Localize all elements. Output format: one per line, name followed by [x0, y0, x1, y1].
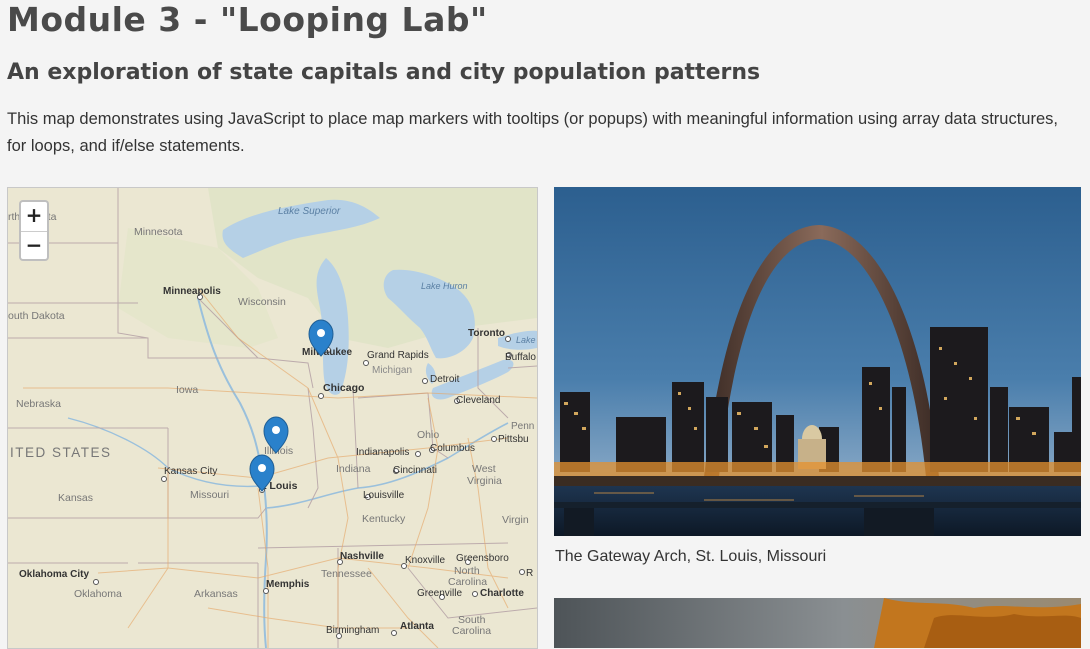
lake-ontario-label: Lake [516, 335, 536, 345]
gateway-arch-photo [554, 187, 1081, 536]
chicago-label: Chicago [323, 382, 364, 394]
kentucky-label: Kentucky [362, 513, 406, 525]
nashville-label: Nashville [340, 551, 384, 562]
page-subtitle: An exploration of state capitals and cit… [7, 60, 761, 85]
grand-rapids-label: Grand Rapids [367, 350, 429, 361]
north-carolina-label-2: Carolina [448, 576, 487, 588]
toronto-label: Toronto [468, 328, 505, 339]
indianapolis-label: Indianapolis [356, 447, 409, 458]
oklahoma-city-label: Oklahoma City [19, 569, 89, 580]
cincinnati-label: Cincinnati [393, 465, 437, 476]
lake-huron-label: Lake Huron [421, 281, 468, 291]
greenville-label: Greenville [417, 588, 462, 599]
columbus-label: Columbus [430, 443, 475, 454]
nebraska-label: Nebraska [16, 398, 61, 410]
zoom-out-button[interactable]: − [21, 232, 47, 261]
pittsburgh-label: Pittsbu [498, 434, 529, 445]
virginia-label: Virgin [502, 514, 529, 526]
zoom-in-button[interactable]: + [21, 202, 47, 232]
knoxville-label: Knoxville [405, 555, 445, 566]
minneapolis-label: Minneapolis [163, 286, 221, 297]
kansas-label: Kansas [58, 492, 93, 504]
map-tiles[interactable]: Lake Superior Lake Huron Michigan rth Da… [8, 188, 537, 648]
lake-superior-label: Lake Superior [278, 206, 341, 217]
south-dakota-label: outh Dakota [8, 310, 65, 322]
kansas-city-label: Kansas City [164, 466, 217, 477]
zoom-control: + − [19, 200, 49, 261]
minnesota-label: Minnesota [134, 226, 183, 238]
missouri-label: Missouri [190, 489, 229, 501]
arkansas-label: Arkansas [194, 588, 238, 600]
united-states-label: ITED STATES [10, 445, 112, 460]
wisconsin-label: Wisconsin [238, 296, 286, 308]
pennsylvania-label: Penn [511, 421, 534, 432]
west-virginia-label-1: West [472, 463, 496, 475]
birmingham-label: Birmingham [326, 625, 379, 636]
memphis-label: Memphis [266, 579, 310, 590]
atlanta-label: Atlanta [400, 621, 434, 632]
michigan-label: Michigan [372, 365, 412, 376]
oklahoma-label: Oklahoma [74, 588, 122, 600]
buffalo-label: Buffalo [505, 352, 536, 363]
louisville-label: Louisville [363, 490, 405, 501]
south-carolina-label-2: Carolina [452, 625, 491, 637]
photo-caption: The Gateway Arch, St. Louis, Missouri [555, 548, 827, 565]
west-virginia-label-2: Virginia [467, 475, 502, 487]
indiana-label: Indiana [336, 463, 371, 475]
map-container[interactable]: Lake Superior Lake Huron Michigan rth Da… [7, 187, 538, 649]
intro-paragraph: This map demonstrates using JavaScript t… [7, 110, 1058, 155]
cleveland-label: Cleveland [456, 395, 500, 406]
raleigh-label: R [526, 568, 533, 579]
iowa-label: Iowa [176, 384, 198, 396]
charlotte-label: Charlotte [480, 588, 524, 599]
greensboro-label: Greensboro [456, 553, 509, 564]
ohio-label: Ohio [417, 429, 439, 441]
page-title: Module 3 - "Looping Lab" [7, 0, 488, 39]
second-photo [554, 598, 1081, 648]
detroit-label: Detroit [430, 374, 460, 385]
tennessee-label: Tennessee [321, 568, 372, 580]
